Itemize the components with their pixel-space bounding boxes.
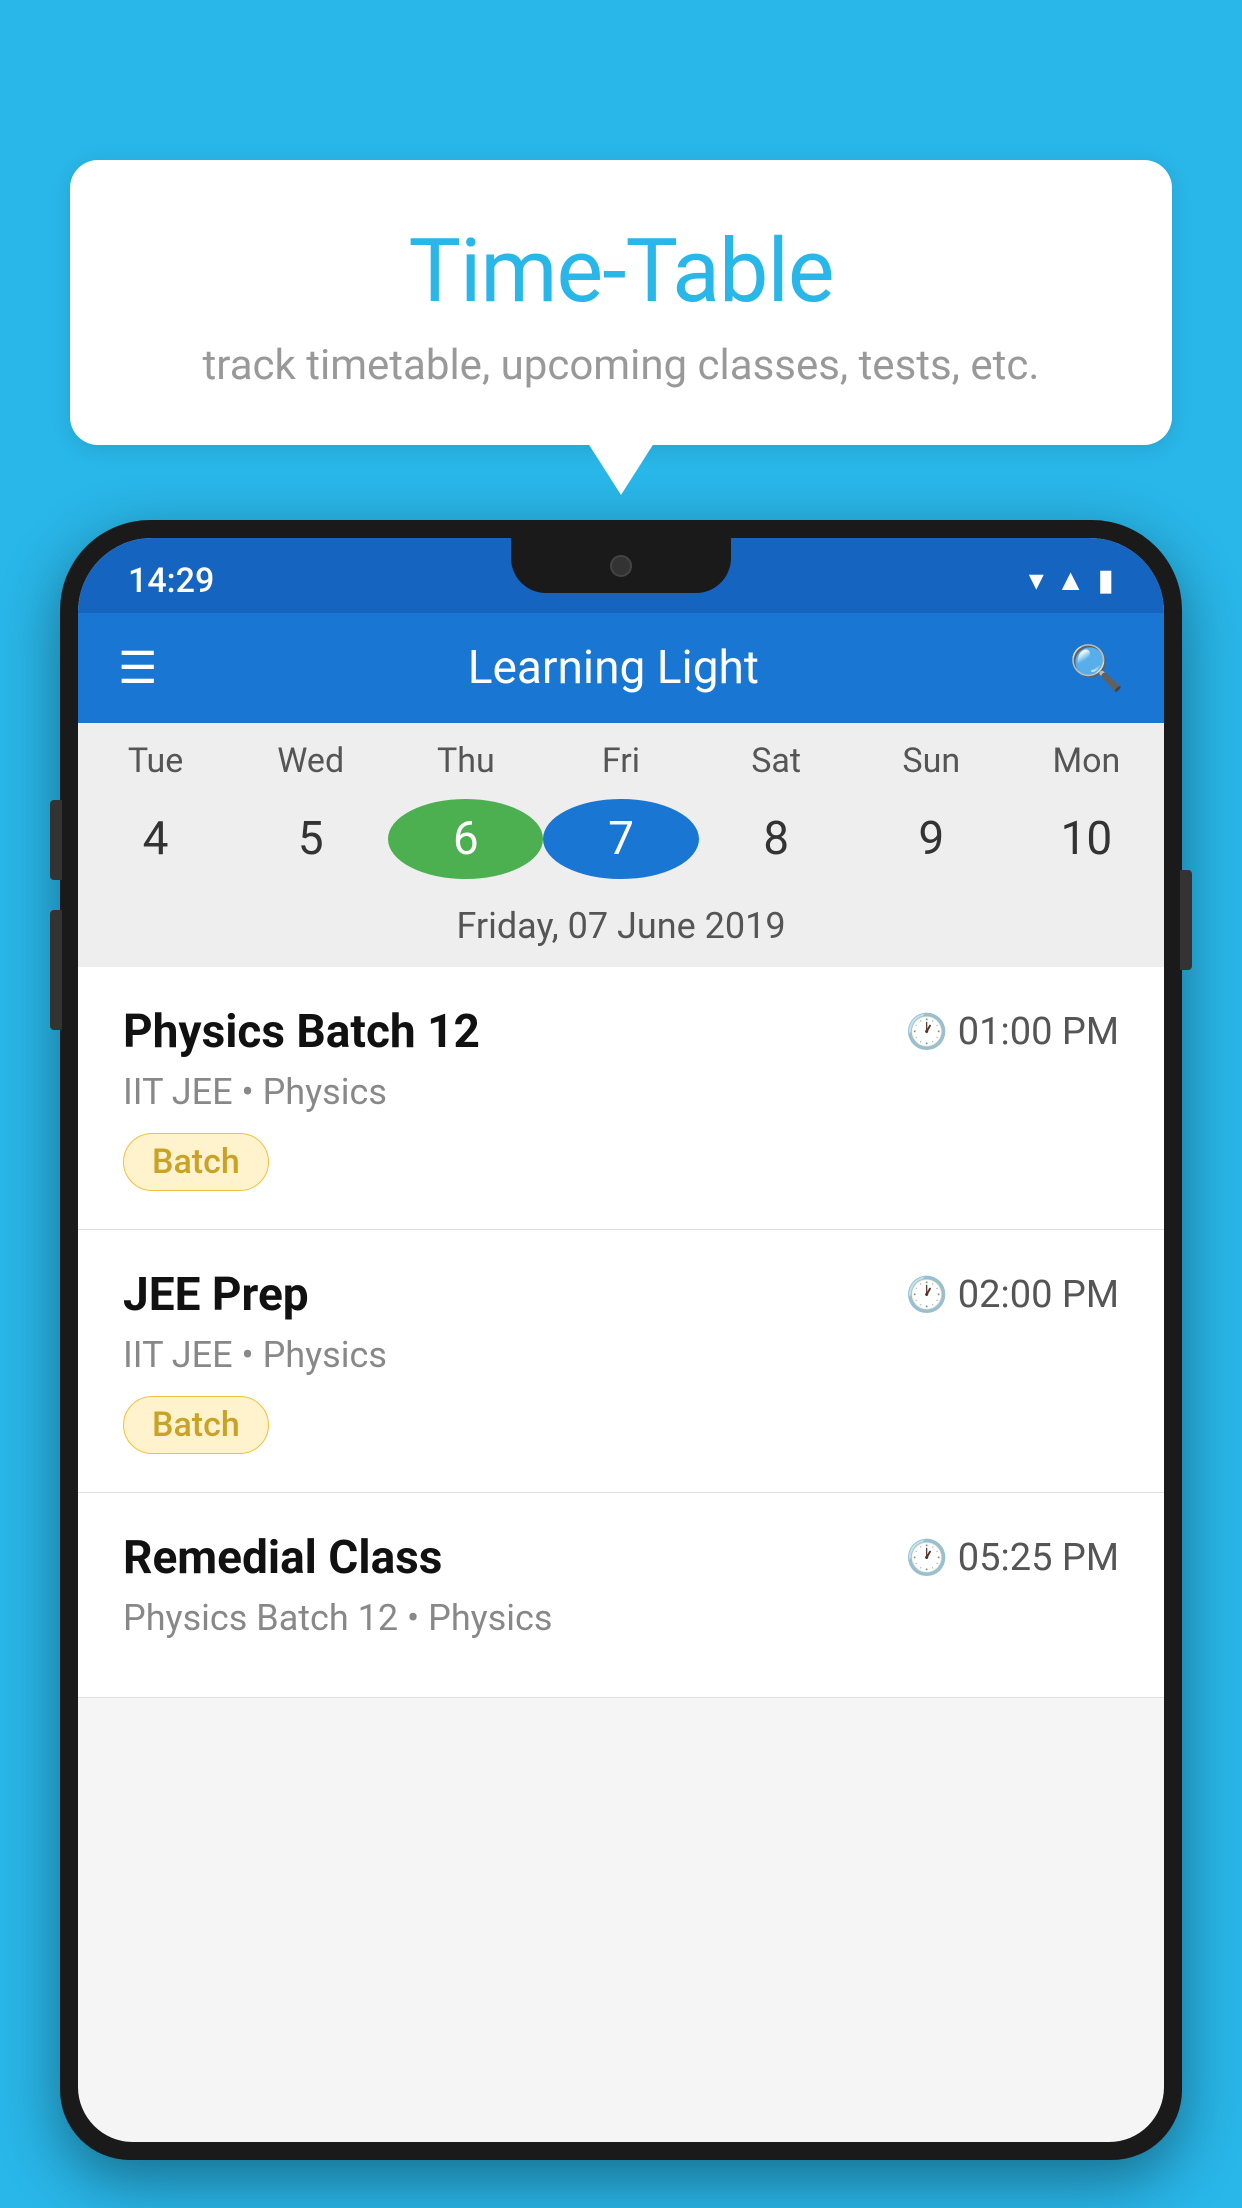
class-item[interactable]: JEE Prep 🕐 02:00 PM IIT JEE • Physics Batch — [78, 1230, 1164, 1493]
day-header: Thu — [388, 741, 543, 781]
day-number[interactable]: 5 — [233, 799, 388, 879]
speech-bubble: Time-Table track timetable, upcoming cla… — [70, 160, 1172, 445]
phone-screen: 14:29 ▾ ▲ ▮ ☰ Learning Light 🔍 TueWedThu… — [78, 538, 1164, 2142]
phone-notch — [511, 538, 731, 593]
class-time: 🕐 05:25 PM — [905, 1536, 1119, 1580]
app-bar: ☰ Learning Light 🔍 — [78, 613, 1164, 723]
hamburger-icon[interactable]: ☰ — [118, 646, 157, 690]
bubble-title: Time-Table — [110, 220, 1132, 323]
status-time: 14:29 — [128, 561, 214, 601]
app-title: Learning Light — [187, 641, 1039, 695]
volume-down-button — [50, 910, 62, 1030]
day-headers: TueWedThuFriSatSunMon — [78, 723, 1164, 789]
class-meta: Physics Batch 12 • Physics — [123, 1597, 1119, 1639]
phone-mockup: 14:29 ▾ ▲ ▮ ☰ Learning Light 🔍 TueWedThu… — [60, 520, 1182, 2208]
battery-icon: ▮ — [1097, 563, 1114, 598]
speech-bubble-container: Time-Table track timetable, upcoming cla… — [70, 160, 1172, 445]
volume-up-button — [50, 800, 62, 880]
day-header: Fri — [543, 741, 698, 781]
bubble-subtitle: track timetable, upcoming classes, tests… — [110, 341, 1132, 390]
day-header: Sat — [699, 741, 854, 781]
day-header: Sun — [854, 741, 1009, 781]
day-number[interactable]: 7 — [543, 799, 698, 879]
power-button — [1180, 870, 1192, 970]
class-item[interactable]: Physics Batch 12 🕐 01:00 PM IIT JEE • Phys… — [78, 967, 1164, 1230]
day-number[interactable]: 9 — [854, 799, 1009, 879]
class-time: 🕐 02:00 PM — [905, 1273, 1119, 1317]
day-header: Tue — [78, 741, 233, 781]
day-header: Mon — [1009, 741, 1164, 781]
search-icon[interactable]: 🔍 — [1069, 642, 1124, 694]
day-number[interactable]: 4 — [78, 799, 233, 879]
class-meta: IIT JEE • Physics — [123, 1334, 1119, 1376]
class-meta: IIT JEE • Physics — [123, 1071, 1119, 1113]
day-numbers: 45678910 — [78, 789, 1164, 897]
class-name: JEE Prep — [123, 1268, 309, 1322]
front-camera — [610, 555, 632, 577]
clock-icon: 🕐 — [905, 1012, 947, 1052]
batch-tag: Batch — [123, 1396, 269, 1454]
day-header: Wed — [233, 741, 388, 781]
clock-icon: 🕐 — [905, 1275, 947, 1315]
day-number[interactable]: 8 — [699, 799, 854, 879]
class-time: 🕐 01:00 PM — [905, 1010, 1119, 1054]
wifi-icon: ▾ — [1029, 563, 1044, 598]
signal-icon: ▲ — [1056, 563, 1086, 598]
day-number[interactable]: 6 — [388, 799, 543, 879]
selected-date-label: Friday, 07 June 2019 — [78, 897, 1164, 967]
clock-icon: 🕐 — [905, 1538, 947, 1578]
status-icons: ▾ ▲ ▮ — [1029, 563, 1114, 598]
phone-outer: 14:29 ▾ ▲ ▮ ☰ Learning Light 🔍 TueWedThu… — [60, 520, 1182, 2160]
calendar-section: TueWedThuFriSatSunMon 45678910 Friday, 0… — [78, 723, 1164, 967]
day-number[interactable]: 10 — [1009, 799, 1164, 879]
class-name: Physics Batch 12 — [123, 1005, 480, 1059]
class-list: Physics Batch 12 🕐 01:00 PM IIT JEE • Phys… — [78, 967, 1164, 1698]
class-name: Remedial Class — [123, 1531, 442, 1585]
batch-tag: Batch — [123, 1133, 269, 1191]
class-item[interactable]: Remedial Class 🕐 05:25 PM Physics Batch 12… — [78, 1493, 1164, 1698]
